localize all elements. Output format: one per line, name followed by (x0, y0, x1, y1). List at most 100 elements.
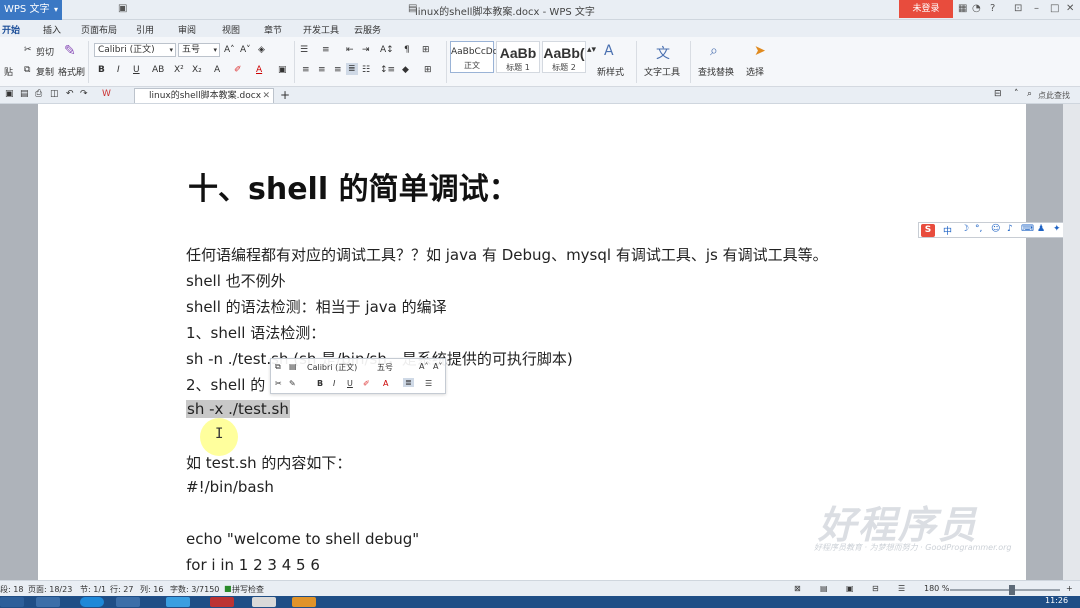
shading-icon[interactable]: ◆ (402, 65, 409, 75)
view-outline-icon[interactable]: ☰ (898, 584, 905, 593)
start-button[interactable] (0, 597, 24, 607)
document-page[interactable]: 十、shell 的简单调试： 任何语编程都有对应的调试工具？？如 java 有 … (38, 104, 1026, 580)
selected-line[interactable]: sh -x ./test.sh (186, 400, 290, 418)
number-list-icon[interactable]: ≡ (322, 45, 330, 55)
minimize-icon[interactable]: – (1034, 3, 1039, 14)
restore-icon[interactable]: ⊡ (1014, 3, 1022, 14)
tab-chapter[interactable]: 章节 (264, 23, 282, 36)
select-button[interactable]: 选择 (746, 65, 764, 78)
fit-page-icon[interactable]: ⊠ (794, 584, 801, 593)
login-button[interactable]: 未登录 (899, 0, 953, 18)
list-icon[interactable]: ☰ (425, 379, 432, 388)
tab-developer[interactable]: 开发工具 (303, 23, 339, 36)
status-words[interactable]: 字数: 3/7150 (170, 584, 219, 595)
style-heading-1[interactable]: AaBb 标题 1 (496, 41, 540, 73)
cut-icon[interactable]: ✂ (275, 379, 282, 388)
taskbar-app[interactable] (166, 597, 190, 607)
italic-icon[interactable]: I (333, 379, 335, 388)
char-border-icon[interactable]: ▣ (278, 65, 287, 75)
keyboard-icon[interactable]: ⌨ (1021, 224, 1034, 234)
taskbar-app[interactable] (80, 597, 104, 607)
zoom-slider-handle[interactable] (1009, 585, 1015, 595)
close-tab-icon[interactable]: ✕ (262, 89, 270, 103)
format-painter-icon[interactable]: ✎ (289, 379, 296, 388)
tab-home[interactable]: 开始 (2, 23, 20, 36)
print-icon[interactable]: ⎙ (35, 89, 42, 99)
borders-icon[interactable]: ⊞ (422, 45, 430, 55)
font-name-select[interactable]: Calibri (正文) ▾ (94, 43, 176, 57)
distribute-icon[interactable]: ☷ (362, 65, 370, 75)
mic-icon[interactable]: ♪ (1007, 224, 1013, 234)
mini-font-size[interactable]: 五号 (377, 362, 393, 373)
ime-mode[interactable]: 中 (943, 224, 952, 237)
search-box[interactable]: 点此查找 (1038, 90, 1070, 101)
style-scroll-icon[interactable]: ▴▾ (587, 45, 596, 55)
decrease-indent-icon[interactable]: ⇤ (346, 45, 354, 55)
document-tab[interactable]: linux的shell脚本教案.docx ✕ (134, 88, 274, 103)
paste-icon[interactable]: ▤ (289, 362, 297, 371)
tab-insert[interactable]: 插入 (43, 23, 61, 36)
subscript-icon[interactable]: X₂ (192, 65, 202, 75)
vertical-scrollbar[interactable] (1063, 104, 1080, 580)
ime-toolbar[interactable]: S 中 ☽ °, ☺ ♪ ⌨ ♟ ✦ ✎ (918, 222, 1080, 238)
clear-format-icon[interactable]: ◈ (258, 45, 265, 55)
tab-view[interactable]: 视图 (222, 23, 240, 36)
smiley-icon[interactable]: ☺ (991, 224, 1000, 234)
table-border-icon[interactable]: ⊞ (424, 65, 432, 75)
taskbar-app[interactable] (210, 597, 234, 607)
zoom-in-icon[interactable]: + (1066, 584, 1073, 593)
sort-icon[interactable]: A↕ (380, 45, 394, 55)
tab-cloud[interactable]: 云服务 (354, 23, 381, 36)
tab-page-layout[interactable]: 页面布局 (81, 23, 117, 36)
taskbar-app[interactable] (36, 597, 60, 607)
tab-review[interactable]: 审阅 (178, 23, 196, 36)
shrink-font-icon[interactable]: A˅ (240, 45, 251, 55)
skin-icon[interactable]: ▦ (958, 3, 967, 14)
bullet-list-icon[interactable]: ☰ (300, 45, 308, 55)
user-icon[interactable]: ♟ (1037, 224, 1045, 234)
preview-icon[interactable]: ◫ (50, 89, 59, 99)
paste-button[interactable]: 贴 (4, 65, 13, 78)
grow-font-icon[interactable]: A˄ (224, 45, 235, 55)
taskbar-app[interactable] (292, 597, 316, 607)
grow-font-icon[interactable]: A˄ (419, 362, 428, 371)
collapse-icon[interactable]: ˄ (1014, 89, 1019, 99)
font-color-icon[interactable]: A (383, 379, 388, 388)
line-spacing-icon[interactable]: ↕≡ (380, 65, 395, 75)
highlight-icon[interactable]: ✐ (234, 65, 242, 75)
align-left-icon[interactable]: ≡ (302, 65, 310, 75)
cut-button[interactable]: 剪切 (36, 45, 54, 58)
new-tab-icon[interactable]: + (280, 88, 290, 102)
taskbar-app[interactable] (252, 597, 276, 607)
zoom-slider[interactable] (950, 589, 1060, 591)
view-page-icon[interactable]: ▣ (846, 584, 854, 593)
italic-icon[interactable]: I (117, 65, 120, 75)
find-replace-button[interactable]: 查找替换 (698, 65, 734, 78)
text-tools-button[interactable]: 文字工具 (644, 65, 680, 78)
undo-icon[interactable]: ↶ (66, 89, 74, 99)
taskbar-app[interactable] (116, 597, 140, 607)
copy-icon[interactable]: ⧉ (275, 362, 281, 372)
style-heading-2[interactable]: AaBb( 标题 2 (542, 41, 586, 73)
moon-icon[interactable]: ☽ (961, 224, 969, 234)
underline-icon[interactable]: U (347, 379, 353, 388)
save-icon[interactable]: ▣ (5, 89, 14, 99)
skin-icon[interactable]: ✦ (1053, 224, 1061, 234)
zoom-level[interactable]: 180 % (924, 584, 949, 593)
status-page[interactable]: 页面: 18/23 (28, 584, 72, 595)
save-icon[interactable]: ▣ (118, 3, 127, 14)
increase-indent-icon[interactable]: ⇥ (362, 45, 370, 55)
mini-font-name[interactable]: Calibri (正文) (307, 362, 357, 373)
help-icon[interactable]: ? (990, 3, 995, 14)
panel-icon[interactable]: ⊟ (994, 89, 1002, 99)
status-spell-check[interactable]: 拼写检查 (232, 584, 264, 595)
show-marks-icon[interactable]: ¶ (404, 45, 410, 55)
align-icon[interactable]: ≣ (403, 378, 414, 387)
punctuation-icon[interactable]: °, (975, 224, 982, 234)
align-center-icon[interactable]: ≡ (318, 65, 326, 75)
user-icon[interactable]: ◔ (972, 3, 981, 14)
format-painter-button[interactable]: 格式刷 (58, 65, 85, 78)
style-normal[interactable]: AaBbCcDd 正文 (450, 41, 498, 73)
font-size-select[interactable]: 五号 ▾ (178, 43, 220, 57)
view-web-icon[interactable]: ⊟ (872, 584, 879, 593)
